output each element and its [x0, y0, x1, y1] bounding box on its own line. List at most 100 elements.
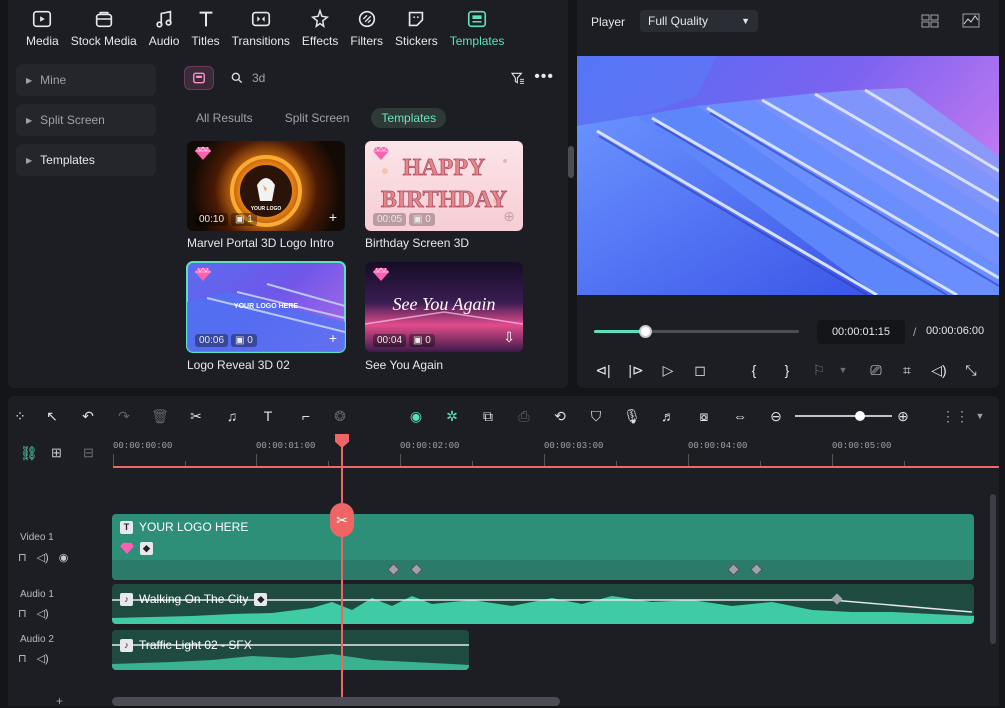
filter-icon[interactable]	[510, 70, 526, 86]
split-scissors-icon[interactable]: ✂	[330, 503, 354, 537]
video-clip[interactable]: T YOUR LOGO HERE ◆	[112, 514, 974, 580]
timeline-horizontal-scrollbar[interactable]	[112, 697, 560, 706]
ai-avatar-icon[interactable]: ◉	[406, 406, 426, 426]
chevron-down-icon[interactable]: ▼	[970, 406, 990, 426]
current-time[interactable]: 00:00:01:15	[817, 320, 905, 344]
music-list-icon[interactable]: ♬	[658, 406, 678, 426]
media-icon	[33, 10, 52, 28]
template-card[interactable]: YOUR LOGO HERE 00:06 ▣ 0 +	[186, 261, 346, 353]
time-ruler[interactable]: 00:00:00:00 00:00:01:00 00:00:02:00 00:0…	[113, 436, 999, 468]
track-settings-icon[interactable]: ⊟	[83, 445, 94, 461]
ai-effect-icon[interactable]: ✲	[442, 406, 462, 426]
add-icon[interactable]: +	[329, 209, 337, 225]
waveform-scope-icon[interactable]	[962, 13, 980, 28]
motion-icon[interactable]: ⟲	[550, 406, 570, 426]
screen-record-icon[interactable]: ⧇	[694, 406, 714, 426]
link-icon[interactable]: ⛓	[20, 445, 38, 462]
volume-icon[interactable]: ◁)	[37, 551, 49, 564]
tab-media[interactable]: Media	[20, 0, 65, 56]
text-icon[interactable]: T	[258, 406, 278, 426]
record-icon[interactable]: ⎙	[514, 406, 534, 426]
templates-icon	[468, 10, 487, 28]
audio-clip[interactable]: ♪ Traffic Light 02 - SFX	[112, 630, 469, 670]
more-options-icon[interactable]: •••	[534, 68, 554, 86]
color-icon[interactable]: ❂	[330, 406, 350, 426]
lock-icon[interactable]: ⊓	[18, 607, 27, 620]
timeline-vertical-scrollbar[interactable]	[990, 494, 996, 644]
layout-grid-icon[interactable]: ⁘	[10, 406, 30, 426]
lock-icon[interactable]: ⊓	[18, 652, 27, 665]
zoom-slider-handle[interactable]	[855, 411, 865, 421]
zoom-in-icon[interactable]: ⊕	[893, 406, 913, 426]
quality-select[interactable]: Full Quality ▼	[640, 10, 758, 32]
tab-stickers[interactable]: Stickers	[389, 0, 444, 56]
video-preview[interactable]	[577, 56, 999, 295]
search-input[interactable]: 3d	[252, 71, 265, 85]
template-card[interactable]: HAPPY BIRTHDAY 00:05 ▣ 0 ⊕	[365, 141, 523, 231]
playhead[interactable]	[341, 436, 343, 706]
mark-in-icon[interactable]: {	[744, 360, 764, 380]
zoom-out-icon[interactable]: ⊖	[766, 406, 786, 426]
undo-icon[interactable]: ↶	[78, 406, 98, 426]
tab-effects[interactable]: Effects	[296, 0, 344, 56]
snapshot-icon[interactable]: ⌗	[897, 360, 917, 380]
volume-icon[interactable]: ◁)	[929, 360, 949, 380]
library-tabs: Media Stock Media Audio Titles Transitio…	[8, 0, 568, 56]
fit-icon[interactable]: ⇔	[730, 406, 750, 426]
mark-out-icon[interactable]: }	[777, 360, 797, 380]
tab-templates[interactable]: Templates	[444, 0, 511, 56]
template-card[interactable]: See You Again 00:04 ▣ 0 ⇩	[365, 262, 523, 352]
shield-icon[interactable]: ⛉	[586, 406, 606, 426]
ruler-label: 00:00:02:00	[400, 441, 460, 451]
library-scrollbar[interactable]	[568, 146, 574, 178]
clip-title-row: ♪ Traffic Light 02 - SFX	[120, 638, 252, 652]
chevron-down-icon[interactable]: ▼	[833, 360, 853, 380]
sidebar-item-mine[interactable]: ▶ Mine	[16, 64, 156, 96]
title-clip-icon: T	[120, 520, 133, 534]
chip-templates[interactable]: Templates	[371, 108, 447, 128]
add-track-icon[interactable]: ⊞	[51, 445, 62, 461]
tab-transitions[interactable]: Transitions	[226, 0, 296, 56]
stop-icon[interactable]: ◻	[690, 360, 710, 380]
zoom-slider[interactable]	[795, 415, 892, 417]
favorites-button[interactable]	[184, 66, 214, 90]
audio-icon	[156, 10, 172, 28]
redo-icon[interactable]: ↷	[114, 406, 134, 426]
marker-icon[interactable]: ⚐	[809, 360, 829, 380]
speed-icon[interactable]: ⧉	[478, 406, 498, 426]
select-arrow-icon[interactable]: ↖	[42, 406, 62, 426]
sidebar-item-templates[interactable]: ▶ Templates	[16, 144, 156, 176]
next-frame-icon[interactable]: |⊳	[626, 360, 646, 380]
tab-titles[interactable]: Titles	[185, 0, 225, 56]
microphone-icon[interactable]: 🎙	[622, 406, 642, 426]
template-title: See You Again	[365, 358, 444, 372]
download-icon[interactable]: ⇩	[503, 329, 515, 346]
tab-stock-media[interactable]: Stock Media	[65, 0, 143, 56]
eye-icon[interactable]: ◉	[59, 551, 69, 564]
delete-icon[interactable]: 🗑	[150, 406, 170, 426]
sidebar-item-split-screen[interactable]: ▶ Split Screen	[16, 104, 156, 136]
grid-view-icon[interactable]	[921, 14, 939, 28]
template-card[interactable]: YOUR LOGO 00:10 ▣ 1 +	[187, 141, 345, 231]
chip-all-results[interactable]: All Results	[186, 108, 263, 128]
download-icon[interactable]: ⊕	[503, 208, 515, 225]
audio-clip[interactable]: ♪ Walking On The City ◆	[112, 584, 974, 624]
cut-icon[interactable]: ✂	[186, 406, 206, 426]
volume-icon[interactable]: ◁)	[37, 652, 49, 665]
caret-right-icon: ▶	[26, 155, 33, 165]
audio-edit-icon[interactable]: ♫	[222, 406, 242, 426]
add-icon[interactable]: +	[329, 330, 337, 346]
grip-icon[interactable]: ⋮⋮	[941, 406, 969, 426]
display-icon[interactable]: ⎚	[866, 360, 886, 380]
volume-icon[interactable]: ◁)	[37, 607, 49, 620]
lock-icon[interactable]: ⊓	[18, 551, 27, 564]
tab-filters[interactable]: Filters	[344, 0, 389, 56]
tab-audio[interactable]: Audio	[143, 0, 186, 56]
fullscreen-icon[interactable]: ⤡	[961, 360, 981, 380]
play-icon[interactable]: ▷	[658, 360, 678, 380]
sidebar-item-label: Templates	[40, 153, 95, 167]
previous-frame-icon[interactable]: ⊲|	[593, 360, 613, 380]
chip-split-screen[interactable]: Split Screen	[275, 108, 360, 128]
scrubber-handle[interactable]	[639, 325, 653, 338]
crop-icon[interactable]: ⌐	[296, 406, 316, 426]
